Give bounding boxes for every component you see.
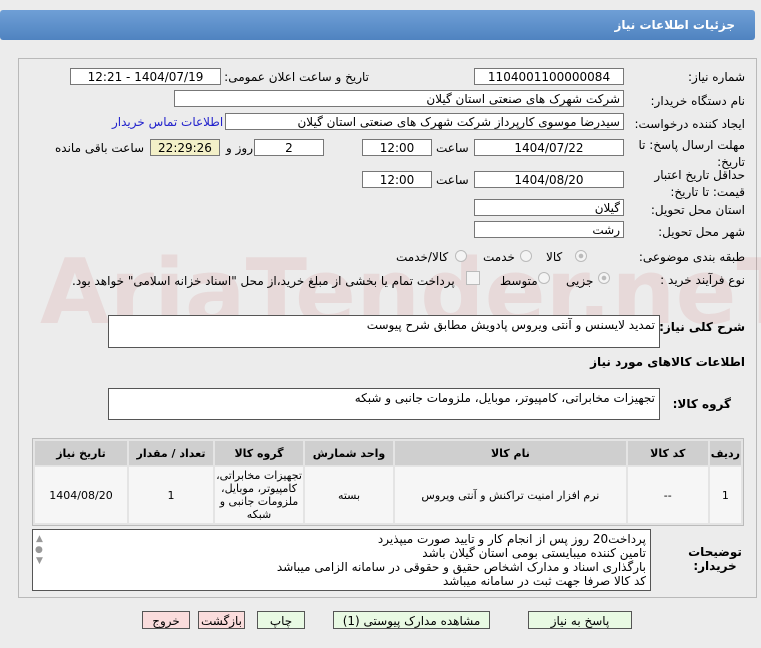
province-field: گیلان [474, 199, 624, 216]
goods-group-textarea[interactable]: تجهیزات مخابراتی، کامپیوتر، موبایل، ملزو… [108, 388, 660, 420]
notes-line: کد کالا صرفا جهت ثبت در سامانه میباشد [443, 574, 646, 588]
cell-row: 1 [707, 465, 744, 525]
goods-group-label: گروه کالا: [672, 397, 731, 411]
treasury-text: پرداخت تمام یا بخشی از مبلغ خرید،از محل … [72, 274, 455, 288]
contact-buyer-link[interactable]: اطلاعات تماس خریدار [112, 115, 223, 129]
process-option-minor: جزیی [566, 274, 594, 288]
category-option-goods: کالا [546, 250, 563, 264]
process-radio-medium[interactable] [538, 272, 550, 284]
category-radio-both[interactable] [455, 250, 467, 262]
creator-label: ایجاد کننده درخواست: [634, 117, 745, 131]
exit-button[interactable]: خروج [142, 611, 190, 629]
description-label: شرح کلی نیاز: [659, 320, 745, 334]
col-qty: تعداد / مقدار [127, 439, 215, 467]
announce-label: تاریخ و ساعت اعلان عمومی: [224, 70, 369, 84]
notes-line: بارگذاری اسناد و مدارک اشخاص حقیق و حقوق… [276, 560, 646, 574]
need-number-label: شماره نیاز: [688, 70, 745, 84]
city-label: شهر محل تحویل: [658, 225, 745, 239]
buyer-label: نام دستگاه خریدار: [650, 94, 746, 108]
deadline-time-field: 12:00 [362, 139, 432, 156]
validity-label: حداقل تاریخ اعتبار قیمت: تا تاریخ: [654, 168, 745, 199]
cell-date: 1404/08/20 [33, 465, 129, 525]
validity-time-field: 12:00 [362, 171, 432, 188]
cell-qty: 1 [127, 465, 215, 525]
days-field: 2 [254, 139, 324, 156]
print-button[interactable]: چاپ [257, 611, 305, 629]
need-number-field: 1104001100000084 [474, 68, 624, 85]
col-row: ردیف [707, 439, 744, 467]
scrollbar[interactable]: ▲ ● ▼ [35, 534, 43, 567]
remaining-label: ساعت باقی مانده [55, 141, 145, 155]
page-header: جزئیات اطلاعات نیاز [0, 10, 755, 40]
table-row: 1 -- نرم افزار امنیت تراکنش و آنتی ویروس… [33, 465, 744, 525]
cell-name: نرم افزار امنیت تراکنش و آنتی ویروس [393, 465, 628, 525]
process-radio-minor[interactable] [598, 272, 610, 284]
deadline-label: مهلت ارسال پاسخ: تا تاریخ: [638, 138, 745, 169]
city-field: رشت [474, 221, 624, 238]
col-group: گروه کالا [213, 439, 305, 467]
notes-line: پرداخت20 روز پس از انجام کار و تایید صور… [377, 532, 646, 546]
cell-code: -- [625, 465, 710, 525]
page-title: جزئیات اطلاعات نیاز [614, 18, 735, 32]
reply-button[interactable]: پاسخ به نیاز [528, 611, 632, 629]
category-option-service: خدمت [483, 250, 515, 264]
col-unit: واحد شمارش [303, 439, 395, 467]
deadline-date-field: 1404/07/22 [474, 139, 624, 156]
col-code: کد کالا [625, 439, 710, 467]
deadline-time-label: ساعت [436, 141, 469, 155]
category-radio-goods[interactable] [575, 250, 587, 262]
view-attachments-button[interactable]: مشاهده مدارک پیوستی (1) [333, 611, 490, 629]
description-textarea[interactable]: تمدید لایسنس و آنتی ویروس پادویش مطابق ش… [108, 315, 660, 348]
buyer-field: شرکت شهرک های صنعتی استان گیلان [174, 90, 624, 107]
category-option-both: کالا/خدمت [396, 250, 449, 264]
goods-table: ردیف کد کالا نام کالا واحد شمارش گروه کا… [32, 438, 744, 526]
col-name: نام کالا [393, 439, 628, 467]
notes-label: توضیحات خریدار: [688, 545, 742, 573]
days-label: روز و [226, 141, 253, 155]
treasury-checkbox[interactable] [466, 271, 480, 285]
announce-field: 1404/07/19 - 12:21 [70, 68, 221, 85]
cell-group: تجهیزات مخابراتی، کامپیوتر، موبایل، ملزو… [213, 465, 305, 525]
notes-line: تامین کننده میبایستی بومی استان گیلان با… [422, 546, 646, 560]
validity-date-field: 1404/08/20 [474, 171, 624, 188]
col-date: تاریخ نیاز [33, 439, 129, 467]
goods-section-title: اطلاعات کالاهای مورد نیاز [590, 355, 745, 369]
creator-field: سیدرضا موسوی کارپرداز شرکت شهرک های صنعت… [225, 113, 624, 130]
category-radio-service[interactable] [520, 250, 532, 262]
remaining-time-field: 22:29:26 [150, 139, 220, 156]
validity-time-label: ساعت [436, 173, 469, 187]
category-label: طبقه بندی موضوعی: [638, 250, 745, 264]
cell-unit: بسته [303, 465, 395, 525]
back-button[interactable]: بازگشت [198, 611, 245, 629]
province-label: استان محل تحویل: [650, 203, 745, 217]
process-option-medium: متوسط [500, 274, 538, 288]
table-header-row: ردیف کد کالا نام کالا واحد شمارش گروه کا… [33, 439, 744, 467]
notes-textarea[interactable]: پرداخت20 روز پس از انجام کار و تایید صور… [32, 529, 651, 591]
process-label: نوع فرآیند خرید : [660, 273, 745, 287]
